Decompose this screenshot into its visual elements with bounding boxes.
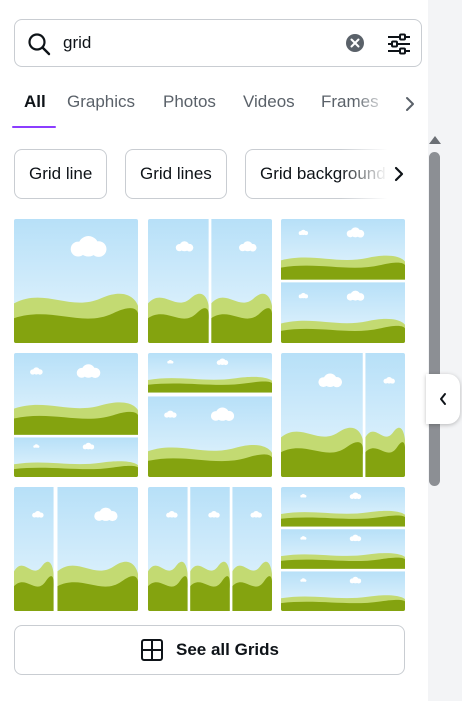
landscape-thumbnail [281, 487, 405, 611]
search-icon [28, 33, 51, 56]
search-bar [14, 19, 422, 67]
search-input[interactable] [63, 29, 333, 57]
grid-template-1[interactable] [14, 219, 138, 343]
chevron-right-icon[interactable] [404, 95, 416, 113]
grid-results [14, 219, 406, 611]
chip-grid-lines[interactable]: Grid lines [125, 149, 227, 199]
grid-template-4[interactable] [14, 353, 138, 477]
landscape-thumbnail [148, 353, 272, 477]
filter-icon[interactable] [387, 32, 411, 56]
grid-icon [141, 639, 163, 661]
landscape-thumbnail [14, 353, 138, 477]
see-all-label: See all Grids [176, 640, 279, 659]
tab-videos[interactable]: Videos [243, 92, 295, 112]
scroll-up-arrow[interactable] [428, 135, 442, 145]
scrollbar-thumb[interactable] [429, 152, 440, 486]
grid-template-9[interactable] [281, 487, 405, 611]
collapse-panel-button[interactable] [426, 374, 460, 424]
grid-template-3[interactable] [281, 219, 405, 343]
clear-icon[interactable] [345, 33, 365, 53]
see-all-grids-button[interactable]: See all Grids [14, 625, 405, 675]
category-tabs: All Graphics Photos Videos Frames [12, 86, 416, 130]
tab-photos[interactable]: Photos [163, 92, 216, 112]
active-tab-indicator [12, 126, 56, 128]
grid-template-6[interactable] [281, 353, 405, 477]
grid-template-2[interactable] [148, 219, 272, 343]
grid-template-8[interactable] [148, 487, 272, 611]
grid-template-7[interactable] [14, 487, 138, 611]
chevron-right-icon[interactable] [393, 165, 405, 183]
side-panel: All Graphics Photos Videos Frames Grid l… [0, 0, 428, 701]
landscape-thumbnail [281, 353, 405, 477]
landscape-thumbnail [148, 487, 272, 611]
landscape-thumbnail [281, 219, 405, 343]
grid-template-5[interactable] [148, 353, 272, 477]
landscape-thumbnail [148, 219, 272, 343]
chip-grid-line[interactable]: Grid line [14, 149, 108, 199]
chevron-left-icon [440, 393, 446, 405]
landscape-thumbnail [14, 487, 138, 611]
landscape-thumbnail [14, 219, 138, 343]
tab-graphics[interactable]: Graphics [67, 92, 135, 112]
tab-all[interactable]: All [24, 92, 46, 112]
